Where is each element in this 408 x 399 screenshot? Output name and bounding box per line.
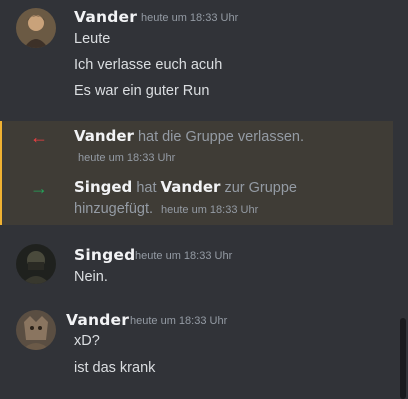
message-text: Leute xyxy=(74,31,111,47)
system-actor[interactable]: Singed xyxy=(74,178,132,196)
message-timestamp: heute um 18:33 Uhr xyxy=(135,250,233,262)
message-author[interactable]: Vander xyxy=(74,8,137,26)
message-timestamp: heute um 18:33 Uhr xyxy=(130,315,228,327)
avatar[interactable] xyxy=(16,244,56,284)
avatar[interactable] xyxy=(16,8,56,48)
message-timestamp: heute um 18:33 Uhr xyxy=(141,12,239,24)
system-message-add-cont: hinzugefügt. heute um 18:33 Uhr xyxy=(74,201,258,217)
system-text: hinzugefügt. xyxy=(74,201,154,217)
arrow-right-icon: → xyxy=(30,178,48,198)
message-timestamp: heute um 18:33 Uhr xyxy=(161,204,259,216)
message-text: xD? xyxy=(74,333,100,349)
message-text: Es war ein guter Run xyxy=(74,83,210,99)
message-author[interactable]: Vander xyxy=(66,311,129,329)
message-group: Vander heute um 18:33 Uhr Leute Ich verl… xyxy=(0,0,408,115)
scrollbar[interactable] xyxy=(400,318,406,399)
system-messages-highlight: ← Vander hat die Gruppe verlassen. heute… xyxy=(0,121,393,225)
system-text: zur Gruppe xyxy=(224,180,297,196)
system-message-leave: Vander hat die Gruppe verlassen. xyxy=(74,127,304,145)
arrow-left-icon: ← xyxy=(30,127,48,147)
message-author[interactable]: Singed xyxy=(74,246,135,264)
message-group: Singed heute um 18:33 Uhr Nein. xyxy=(0,236,408,296)
system-text: hat xyxy=(136,180,157,196)
message-text: Nein. xyxy=(74,269,108,285)
message-text: ist das krank xyxy=(74,360,156,376)
system-target[interactable]: Vander xyxy=(161,178,221,196)
system-user[interactable]: Vander xyxy=(74,127,134,145)
message-group: Vander heute um 18:33 Uhr xD? ist das kr… xyxy=(0,304,408,399)
system-message-add: Singed hat Vander zur Gruppe xyxy=(74,178,297,196)
message-text: Ich verlasse euch acuh xyxy=(74,57,223,73)
avatar[interactable] xyxy=(16,310,56,350)
message-timestamp: heute um 18:33 Uhr xyxy=(78,152,176,164)
system-text: hat die Gruppe verlassen. xyxy=(137,129,304,145)
